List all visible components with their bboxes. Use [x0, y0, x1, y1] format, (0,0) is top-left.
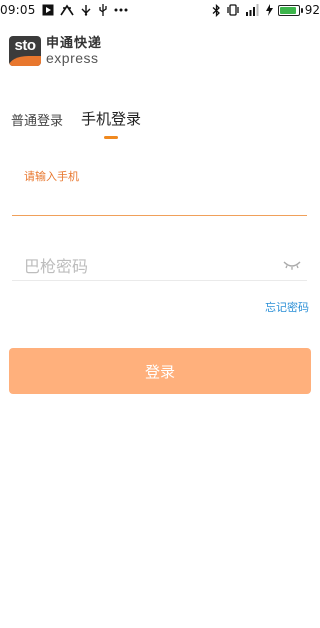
tab-normal-login-label: 普通登录 [11, 114, 64, 129]
usb-plug-icon [98, 3, 108, 17]
logo-name-en: express [46, 50, 99, 66]
logo-mark-text: sto [14, 37, 37, 54]
phone-field-label: 请输入手机 [24, 170, 79, 183]
play-box-icon [42, 3, 54, 17]
status-bar-left: 09:05 [0, 0, 128, 20]
bluetooth-icon [212, 3, 221, 17]
sto-logo-mark: sto [9, 36, 41, 66]
eye-closed-icon[interactable] [283, 256, 301, 270]
vibrate-icon [226, 3, 240, 17]
status-bar-right: 92 [212, 0, 320, 20]
tab-phone-login[interactable]: 手机登录 [81, 108, 142, 139]
login-button-label: 登录 [144, 362, 175, 381]
battery-percent: 92 [304, 3, 320, 17]
active-tab-indicator [104, 136, 119, 139]
tab-phone-login-label: 手机登录 [81, 110, 142, 128]
battery-level-fill [279, 6, 297, 14]
usb-icon [80, 3, 92, 17]
scanner-password-input[interactable] [12, 253, 307, 281]
sto-express-logo: sto 申通快递 express [9, 36, 102, 66]
phone-input[interactable] [12, 186, 307, 216]
logo-wordmark: 申通快递 express [46, 37, 102, 65]
status-time: 09:05 [0, 3, 36, 17]
forgot-password-link[interactable]: 忘记密码 [265, 299, 309, 315]
more-dots-icon [114, 3, 128, 17]
login-screen: 09:05 92 sto 申通快递 express 普通登录 手机登录 请输入手… [0, 0, 320, 628]
login-tabs: 普通登录 手机登录 [11, 108, 142, 139]
logo-mark-band [9, 56, 41, 66]
signal-icon [245, 3, 261, 17]
cat-icon [59, 3, 74, 17]
status-bar: 09:05 92 [0, 0, 320, 20]
charging-icon [265, 3, 273, 17]
tab-normal-login[interactable]: 普通登录 [11, 110, 63, 129]
login-button[interactable]: 登录 [9, 348, 311, 394]
logo-name-cn: 申通快递 [46, 36, 103, 51]
battery-icon [277, 4, 303, 16]
